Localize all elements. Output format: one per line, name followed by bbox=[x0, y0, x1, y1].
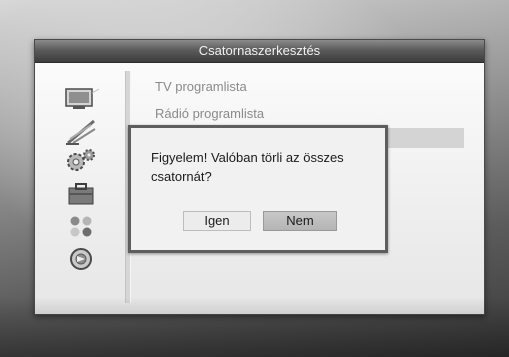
tv-icon[interactable] bbox=[61, 85, 101, 115]
tv-screen: Csatornaszerkesztés TV programlista Rádi… bbox=[0, 0, 509, 357]
menu-item-tv-list[interactable]: TV programlista bbox=[155, 79, 247, 94]
no-button[interactable]: Nem bbox=[263, 211, 337, 231]
window-title: Csatornaszerkesztés bbox=[198, 43, 321, 58]
disc-icon[interactable] bbox=[61, 243, 101, 273]
gears-icon[interactable] bbox=[61, 145, 101, 175]
toolbox-icon[interactable] bbox=[61, 179, 101, 209]
menu-item-radio-list[interactable]: Rádió programlista bbox=[155, 106, 264, 121]
confirm-dialog: Figyelem! Valóban törli az összes csator… bbox=[128, 125, 388, 253]
satellite-dish-icon[interactable] bbox=[61, 117, 101, 147]
title-bar: Csatornaszerkesztés bbox=[35, 40, 484, 63]
dots-icon[interactable] bbox=[61, 211, 101, 241]
icon-column bbox=[61, 73, 105, 313]
yes-button[interactable]: Igen bbox=[183, 211, 251, 231]
dialog-message: Figyelem! Valóban törli az összes csator… bbox=[151, 150, 344, 184]
